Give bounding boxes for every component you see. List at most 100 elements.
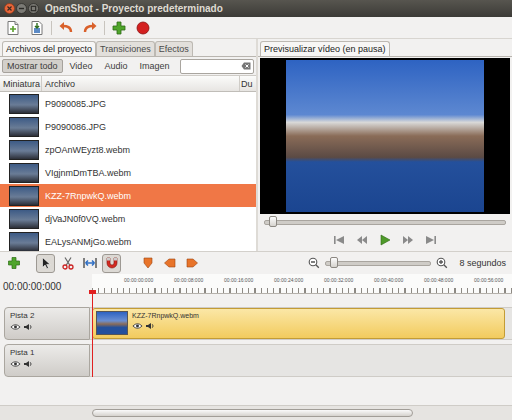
window-buttons bbox=[4, 3, 39, 14]
scrollbar-thumb[interactable] bbox=[92, 409, 413, 417]
track-icons bbox=[10, 323, 84, 331]
save-button[interactable] bbox=[27, 18, 47, 38]
video-frame bbox=[286, 60, 484, 212]
filter-button[interactable]: Imagen bbox=[134, 59, 174, 73]
track-lane[interactable]: KZZ-7RnpwkQ.webm bbox=[90, 307, 512, 340]
ruler-label: 00:00:32:000 bbox=[324, 277, 374, 283]
eye-icon[interactable] bbox=[132, 322, 143, 330]
forward-button[interactable] bbox=[401, 233, 415, 247]
razor-tool[interactable] bbox=[58, 254, 77, 273]
thumbnail bbox=[9, 209, 39, 229]
track-header[interactable]: Pista 1 bbox=[4, 344, 90, 377]
thumbnail bbox=[9, 163, 39, 183]
file-name: P9090085.JPG bbox=[42, 99, 242, 109]
zoom-out-icon[interactable] bbox=[308, 257, 320, 269]
last-button[interactable] bbox=[424, 233, 438, 247]
eye-icon[interactable] bbox=[10, 360, 21, 368]
maximize-icon[interactable] bbox=[28, 3, 39, 14]
resize-tool[interactable] bbox=[80, 254, 99, 273]
skip-start-icon bbox=[333, 235, 345, 245]
ruler-row: 00:00:00:00000:00:00:00000:00:08:00000:0… bbox=[0, 274, 512, 294]
thumbnail-cell bbox=[0, 232, 42, 252]
column-header[interactable]: Du bbox=[240, 76, 256, 91]
ruler-label: 00:00:08:000 bbox=[174, 277, 224, 283]
thumbnail-cell bbox=[0, 209, 42, 229]
filter-button[interactable]: Audio bbox=[99, 59, 132, 73]
thumbnail bbox=[9, 232, 39, 252]
redo-button[interactable] bbox=[80, 18, 100, 38]
rewind-button[interactable] bbox=[355, 233, 369, 247]
openshot-window: OpenShot - Proyecto predeterminadoArchiv… bbox=[0, 0, 512, 420]
horizontal-scrollbar[interactable] bbox=[0, 405, 512, 420]
minimize-icon[interactable] bbox=[16, 3, 27, 14]
clip[interactable]: KZZ-7RnpwkQ.webm bbox=[92, 308, 505, 339]
preview-tabs: Previsualizar vídeo (en pausa) bbox=[258, 41, 512, 57]
undo-icon bbox=[58, 20, 74, 36]
undo-button[interactable] bbox=[56, 18, 76, 38]
file-name: P9090086.JPG bbox=[42, 122, 242, 132]
panel-tab[interactable]: Efectos bbox=[155, 41, 193, 56]
table-row[interactable]: VIgjnmDmTBA.webm bbox=[0, 161, 256, 184]
clip-info: KZZ-7RnpwkQ.webm bbox=[132, 311, 199, 336]
first-button[interactable] bbox=[332, 233, 346, 247]
previous-marker-tool[interactable] bbox=[160, 254, 179, 273]
next-marker-tool[interactable] bbox=[182, 254, 201, 273]
pointer-tool[interactable] bbox=[36, 254, 55, 273]
speaker-icon[interactable] bbox=[23, 323, 33, 331]
toolbar-separator bbox=[51, 21, 52, 35]
video-area bbox=[260, 58, 510, 214]
ruler-label: 00:00:40:000 bbox=[374, 277, 424, 283]
project-files-panel: Archivos del proyectoTransicionesEfectos… bbox=[0, 39, 256, 251]
table-row[interactable]: zpOAnWEyzt8.webm bbox=[0, 138, 256, 161]
zoom-handle[interactable] bbox=[330, 257, 338, 268]
ruler-label: 00:00:16:000 bbox=[224, 277, 274, 283]
table-header: MiniaturaArchivoDu bbox=[0, 75, 256, 92]
ruler-labels: 00:00:00:00000:00:08:00000:00:16:00000:0… bbox=[92, 274, 512, 283]
table-row[interactable]: P9090085.JPG bbox=[0, 92, 256, 115]
panel-tab[interactable]: Transiciones bbox=[96, 41, 155, 56]
search-input[interactable] bbox=[181, 61, 239, 72]
import-button[interactable] bbox=[109, 18, 129, 38]
filter-button[interactable]: Mostrar todo bbox=[2, 59, 63, 73]
speaker-icon[interactable] bbox=[23, 360, 33, 368]
thumbnail-cell bbox=[0, 186, 42, 206]
marker-tool[interactable] bbox=[138, 254, 157, 273]
seek-handle[interactable] bbox=[269, 216, 277, 227]
playhead[interactable] bbox=[92, 290, 93, 377]
clear-icon[interactable] bbox=[241, 62, 251, 70]
record-icon bbox=[135, 20, 151, 36]
time-ruler[interactable]: 00:00:00:00000:00:08:00000:00:16:00000:0… bbox=[92, 274, 512, 294]
toolbar-separator bbox=[104, 21, 105, 35]
export-button[interactable] bbox=[133, 18, 153, 38]
table-row[interactable]: djVaJN0f0VQ.webm bbox=[0, 207, 256, 230]
playhead-marker[interactable] bbox=[89, 290, 96, 294]
close-icon[interactable] bbox=[4, 3, 15, 14]
next-marker-icon bbox=[185, 256, 199, 270]
add-tool[interactable] bbox=[4, 254, 23, 273]
column-header[interactable]: Archivo bbox=[42, 76, 240, 91]
file-name: KZZ-7RnpwkQ.webm bbox=[42, 191, 242, 201]
table-row[interactable]: KZZ-7RnpwkQ.webm bbox=[0, 184, 256, 207]
zoom-slider[interactable] bbox=[325, 257, 431, 269]
preview-tab[interactable]: Previsualizar vídeo (en pausa) bbox=[260, 41, 390, 56]
tracks-area: Pista 2 KZZ-7RnpwkQ.webm Pista 1 bbox=[0, 294, 512, 405]
thumbnail bbox=[9, 94, 39, 114]
seek-slider[interactable] bbox=[264, 216, 506, 228]
table-row[interactable]: EALysANMjGo.webm bbox=[0, 230, 256, 251]
play-button[interactable] bbox=[378, 233, 392, 247]
skip-end-icon bbox=[425, 235, 437, 245]
snap-tool[interactable] bbox=[102, 254, 121, 273]
track-lane[interactable] bbox=[90, 344, 512, 377]
new-button[interactable] bbox=[3, 18, 23, 38]
zoom-in-icon[interactable] bbox=[436, 257, 448, 269]
eye-icon[interactable] bbox=[10, 323, 21, 331]
track-header[interactable]: Pista 2 bbox=[4, 307, 90, 340]
column-header[interactable]: Miniatura bbox=[0, 76, 42, 91]
search-field bbox=[180, 59, 254, 74]
table-row[interactable]: P9090086.JPG bbox=[0, 115, 256, 138]
panel-tab[interactable]: Archivos del proyecto bbox=[2, 41, 96, 56]
speaker-icon[interactable] bbox=[145, 322, 155, 330]
new-document-icon bbox=[5, 20, 21, 36]
filter-button[interactable]: Video bbox=[65, 59, 98, 73]
track-name: Pista 1 bbox=[10, 348, 84, 357]
